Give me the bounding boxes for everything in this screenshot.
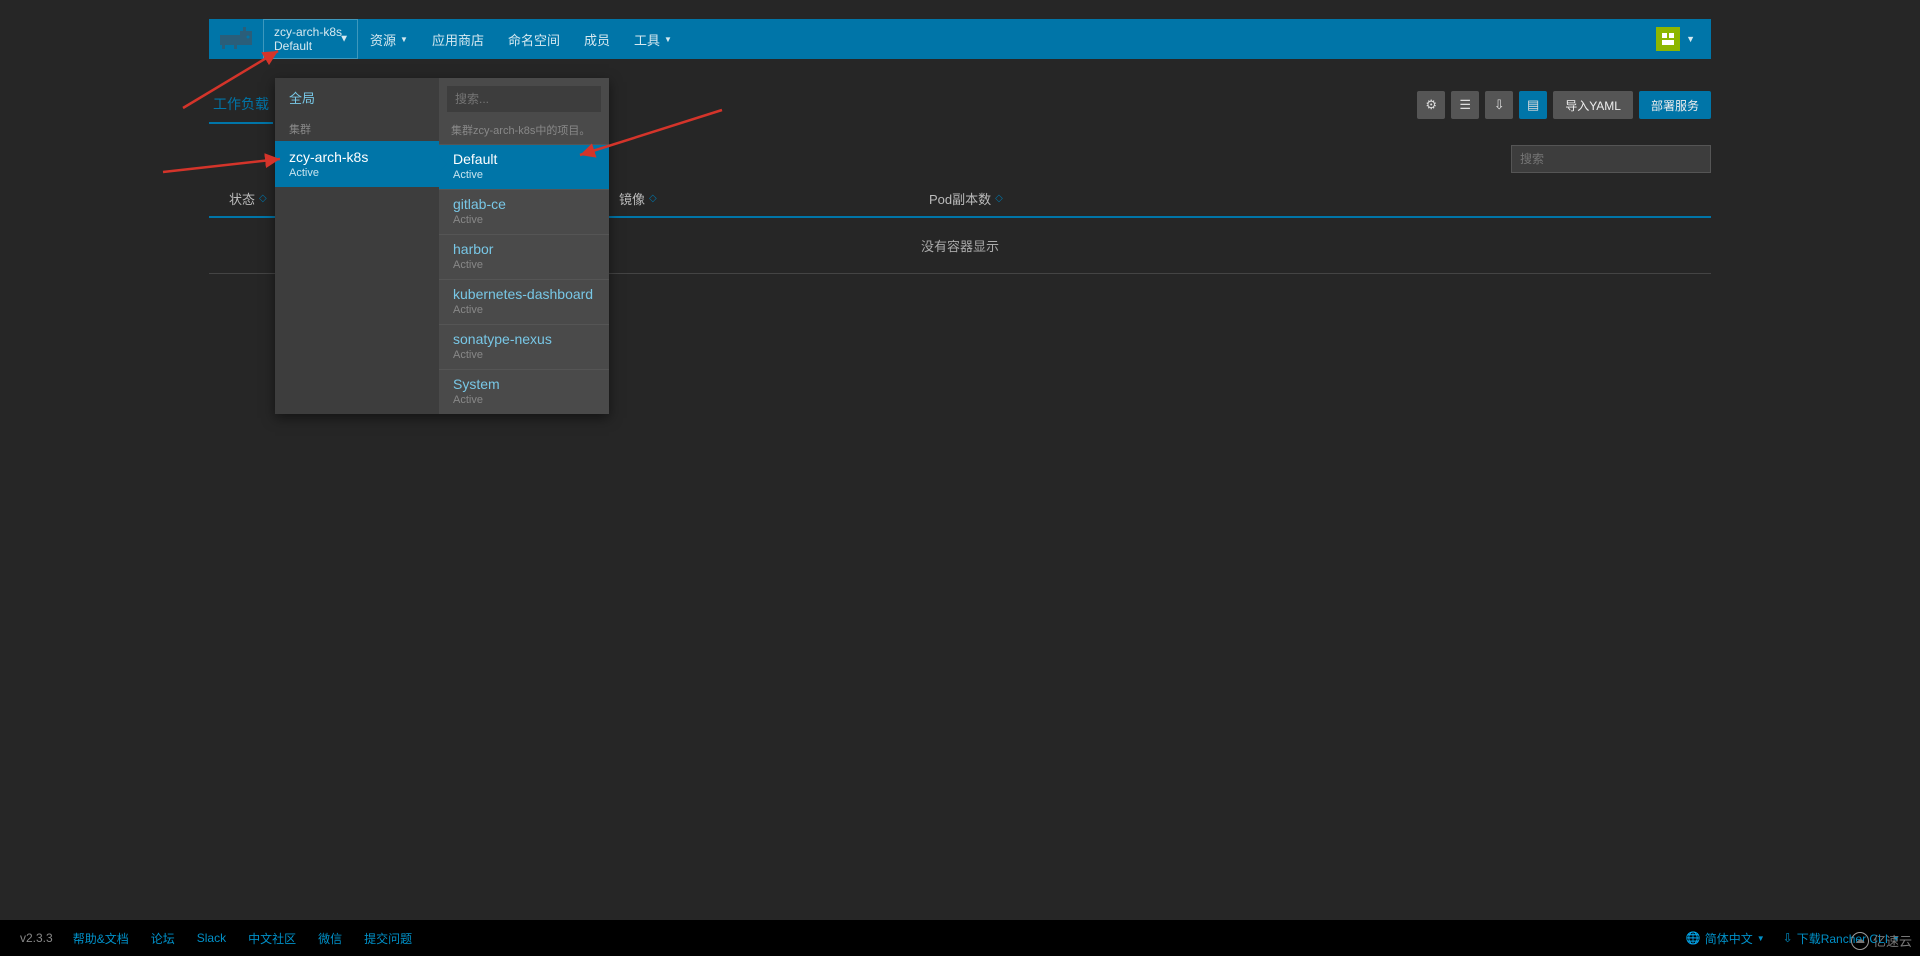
cloud-icon: ☁	[1851, 932, 1869, 950]
current-project: Default	[274, 39, 347, 53]
workload-search-input[interactable]	[1511, 145, 1711, 173]
footer-cn-community[interactable]: 中文社区	[248, 930, 296, 947]
deploy-button[interactable]: 部署服务	[1639, 91, 1711, 119]
version-label: v2.3.3	[20, 931, 53, 945]
tab-workloads[interactable]: 工作负载	[209, 86, 273, 124]
language-selector[interactable]: 🌐 简体中文 ▼	[1686, 930, 1765, 947]
footer-forum[interactable]: 论坛	[151, 930, 175, 947]
nav-tools[interactable]: 工具 ▼	[622, 19, 684, 59]
chevron-down-icon: ▼	[1686, 34, 1695, 44]
avatar	[1656, 27, 1680, 51]
footer-help[interactable]: 帮助&文档	[73, 930, 129, 947]
cow-logo-icon	[218, 27, 258, 51]
sort-icon: ◇	[995, 193, 1003, 204]
nav-resources[interactable]: 资源 ▼	[358, 19, 420, 59]
import-yaml-button[interactable]: 导入YAML	[1553, 91, 1633, 119]
project-item-default[interactable]: Default Active	[439, 144, 609, 189]
current-cluster: zcy-arch-k8s	[274, 25, 347, 39]
project-item-gitlab-ce[interactable]: gitlab-ce Active	[439, 189, 609, 234]
top-header: zcy-arch-k8s Default ▼ 资源 ▼ 应用商店 命名空间 成员…	[209, 19, 1711, 59]
nav-namespaces[interactable]: 命名空间	[496, 19, 572, 59]
watermark: ☁ 亿速云	[1851, 931, 1912, 950]
project-column: 集群zcy-arch-k8s中的项目。 Default Active gitla…	[439, 78, 609, 414]
nav-app-store[interactable]: 应用商店	[420, 19, 496, 59]
active-indicator-icon	[439, 156, 447, 172]
group-view-button[interactable]: ▤	[1519, 91, 1547, 119]
settings-button[interactable]: ⚙	[1417, 91, 1445, 119]
nav-members[interactable]: 成员	[572, 19, 622, 59]
rancher-logo[interactable]	[213, 19, 263, 59]
cluster-project-dropdown[interactable]: zcy-arch-k8s Default ▼	[263, 19, 358, 59]
globe-icon: 🌐	[1686, 931, 1701, 945]
download-icon: ⇩	[1783, 931, 1793, 945]
project-item-kubernetes-dashboard[interactable]: kubernetes-dashboard Active	[439, 279, 609, 324]
project-item-harbor[interactable]: harbor Active	[439, 234, 609, 279]
list-icon: ☰	[1459, 97, 1471, 113]
col-replicas[interactable]: Pod副本数 ◇	[929, 189, 1711, 208]
footer-slack[interactable]: Slack	[197, 931, 226, 945]
group-icon: ▤	[1527, 97, 1539, 113]
chevron-down-icon: ▼	[339, 34, 349, 45]
chevron-down-icon: ▼	[664, 35, 672, 44]
project-search-input[interactable]	[447, 86, 601, 112]
gear-icon: ⚙	[1425, 97, 1437, 113]
project-item-system[interactable]: System Active	[439, 369, 609, 414]
cluster-column: 全局 集群 zcy-arch-k8s Active	[275, 78, 439, 414]
user-menu[interactable]: ▼	[1648, 23, 1703, 55]
footer-wechat[interactable]: 微信	[318, 930, 342, 947]
cluster-project-panel: 全局 集群 zcy-arch-k8s Active 集群zcy-arch-k8s…	[275, 78, 609, 414]
sort-icon: ◇	[649, 193, 657, 204]
chevron-down-icon: ▼	[1757, 934, 1765, 943]
col-image[interactable]: 镜像 ◇	[619, 189, 929, 208]
cluster-item-zcy-arch-k8s[interactable]: zcy-arch-k8s Active	[275, 141, 439, 187]
chevron-down-icon: ▼	[400, 35, 408, 44]
project-hint: 集群zcy-arch-k8s中的项目。	[439, 120, 609, 144]
footer: v2.3.3 帮助&文档 论坛 Slack 中文社区 微信 提交问题 🌐 简体中…	[0, 920, 1920, 956]
download-button[interactable]: ⇩	[1485, 91, 1513, 119]
cluster-section-label: 集群	[275, 117, 439, 141]
footer-issue[interactable]: 提交问题	[364, 930, 412, 947]
project-item-sonatype-nexus[interactable]: sonatype-nexus Active	[439, 324, 609, 369]
download-icon: ⇩	[1494, 97, 1505, 113]
list-view-button[interactable]: ☰	[1451, 91, 1479, 119]
global-link[interactable]: 全局	[275, 78, 439, 117]
sort-icon: ◇	[259, 193, 267, 204]
